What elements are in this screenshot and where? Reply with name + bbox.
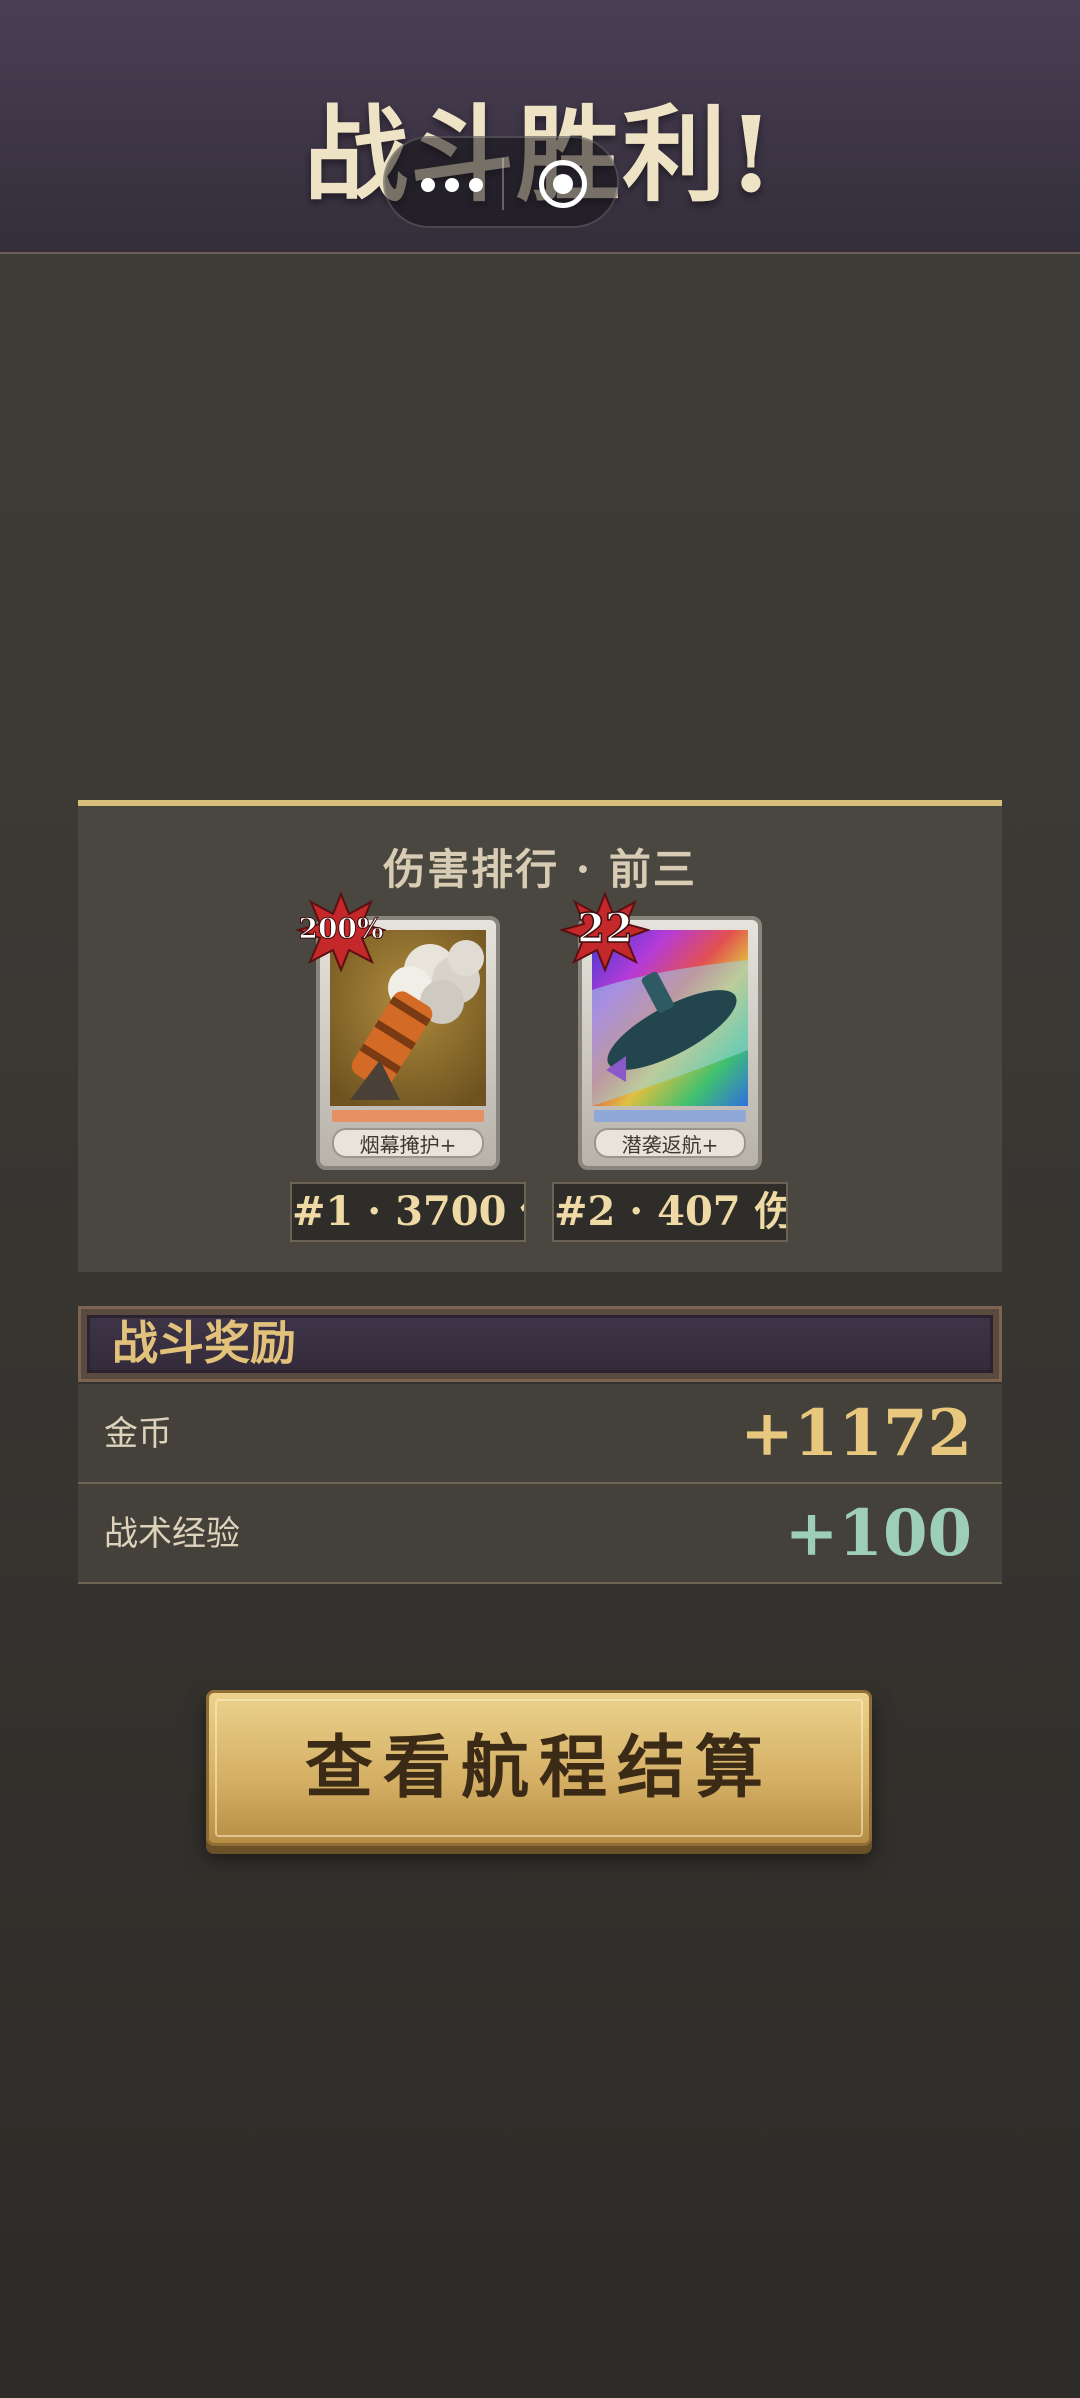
- card-cost-bar: [332, 1110, 484, 1122]
- reward-row-tactical-exp: 战术经验 +100: [78, 1484, 1002, 1584]
- header: 战斗胜利!: [0, 0, 1080, 254]
- reward-label: 战术经验: [104, 1514, 240, 1554]
- card-name: 烟幕掩护+: [332, 1128, 484, 1158]
- reward-label: 金币: [104, 1414, 172, 1454]
- damage-burst-badge: 22: [560, 892, 650, 972]
- close-target-icon[interactable]: [539, 160, 587, 208]
- mini-program-capsule: [383, 136, 619, 228]
- rank-2-label: #2 · 407 伤害: [552, 1182, 788, 1242]
- svg-text:200%: 200%: [298, 912, 383, 945]
- damage-burst-badge: 200%: [296, 892, 386, 972]
- card-cost-bar: [594, 1110, 746, 1122]
- ranking-title: 伤害排行 · 前三: [383, 845, 697, 894]
- rewards-header: 战斗奖励: [78, 1306, 1002, 1382]
- view-voyage-settlement-button[interactable]: 查看航程结算: [206, 1690, 872, 1846]
- more-icon[interactable]: [421, 178, 485, 192]
- svg-text:22: 22: [577, 905, 633, 952]
- rank-1-label: #1 · 3700 伤害: [290, 1182, 526, 1242]
- rewards-title: 战斗奖励: [87, 1315, 993, 1373]
- card-name: 潜袭返航+: [594, 1128, 746, 1158]
- damage-ranking-panel: 伤害排行 · 前三 烟幕掩护+ 200% 潜袭返航+ 22 #1 · 3700 …: [78, 800, 1002, 1272]
- reward-value: +1172: [740, 1396, 972, 1471]
- reward-value: +100: [784, 1496, 972, 1571]
- reward-row-gold: 金币 +1172: [78, 1384, 1002, 1484]
- capsule-divider: [502, 158, 504, 210]
